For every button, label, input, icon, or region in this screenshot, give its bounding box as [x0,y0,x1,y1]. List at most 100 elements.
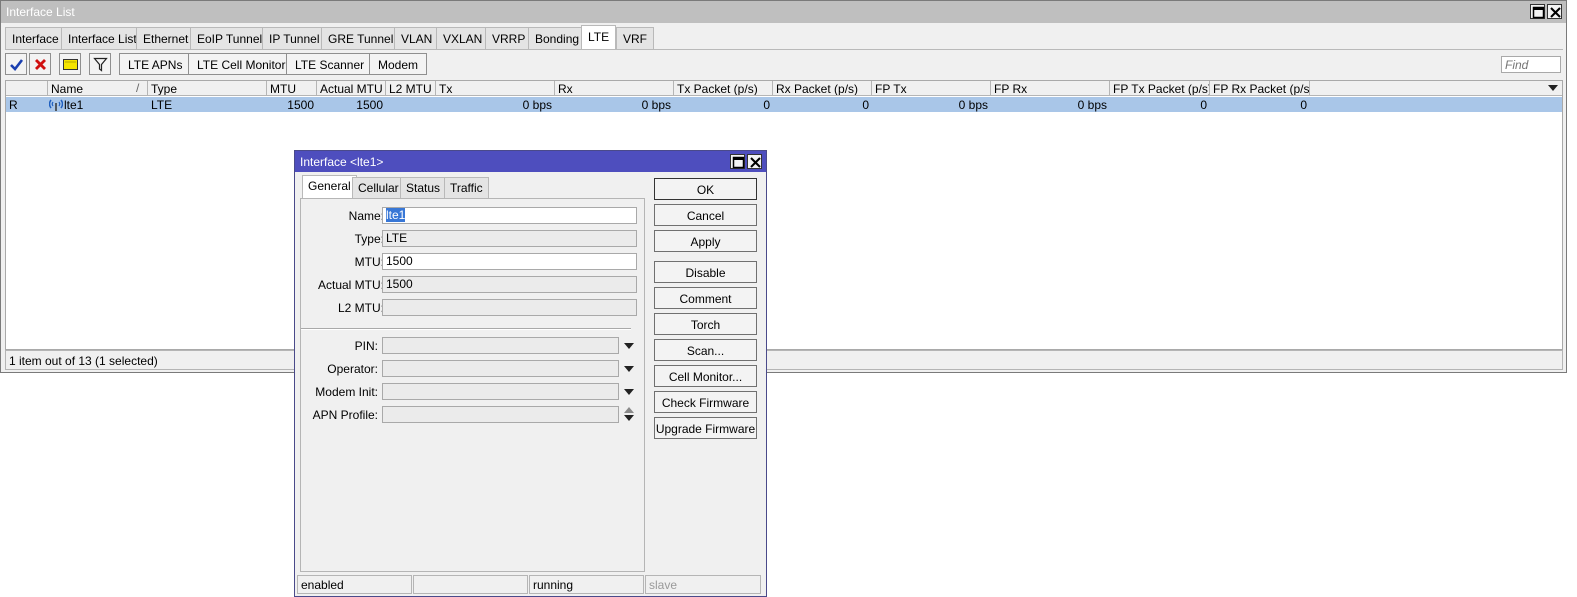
filter-button[interactable] [89,53,111,75]
apply-button[interactable]: Apply [654,230,757,252]
table-row[interactable]: R lte1 LTE 1500 1500 0 bps 0 bps 0 0 0 b… [6,97,1562,112]
apn-profile-label: APN Profile: [312,408,378,422]
cell-l2-mtu [386,97,436,112]
filter-icon [93,57,108,72]
column-header-fp-rx-packet[interactable]: FP Rx Packet (p/s) [1210,81,1310,96]
column-header-rx-packet[interactable]: Rx Packet (p/s) [773,81,872,96]
torch-button[interactable]: Torch [654,313,757,335]
tab-ip-tunnel[interactable]: IP Tunnel [262,27,327,50]
status-running: running [529,575,644,594]
column-header-type[interactable]: Type [148,81,267,96]
upgrade-firmware-button[interactable]: Upgrade Firmware [654,417,757,439]
actual-mtu-field: 1500 [382,276,637,293]
tab-gre-tunnel[interactable]: GRE Tunnel [321,27,401,50]
tab-vrf[interactable]: VRF [616,27,654,50]
dialog-tab-traffic[interactable]: Traffic [444,177,489,198]
dialog-tab-cellular[interactable]: Cellular [352,177,405,198]
mtu-field[interactable]: 1500 [382,253,637,270]
tab-vxlan[interactable]: VXLAN [436,27,490,50]
status-bar: 1 item out of 13 (1 selected) [5,350,1563,370]
apn-profile-down-icon[interactable] [624,415,634,421]
cell-rx: 0 bps [641,98,671,112]
interface-table: Name / Type MTU Actual MTU L2 MTU Tx Rx … [5,80,1563,350]
operator-dropdown-icon[interactable] [624,366,634,372]
tab-interface-list[interactable]: Interface List [61,27,144,50]
modem-init-label: Modem Init: [315,385,378,399]
apn-profile-up-icon[interactable] [624,407,634,413]
dialog-tab-general[interactable]: General [302,175,357,198]
column-header-rx[interactable]: Rx [555,81,674,96]
cancel-button[interactable]: Cancel [654,204,757,226]
window-titlebar[interactable]: Interface List [1,1,1566,23]
l2-mtu-label: L2 MTU: [337,301,384,315]
pin-dropdown-icon[interactable] [624,343,634,349]
name-field[interactable]: lte1 [382,207,637,224]
column-header-tx-packet[interactable]: Tx Packet (p/s) [674,81,773,96]
operator-label: Operator: [327,362,378,376]
tab-divider [5,49,1563,50]
sort-indicator-icon: / [136,81,140,95]
tab-eoip-tunnel[interactable]: EoIP Tunnel [190,27,270,50]
pin-label: PIN: [354,339,378,353]
check-firmware-button[interactable]: Check Firmware [654,391,757,413]
interface-list-window: Interface List Interface Interface List … [0,0,1567,373]
column-header-name-label: Name [51,82,84,96]
operator-field[interactable] [382,360,619,377]
column-header-fp-tx-packet[interactable]: FP Tx Packet (p/s) [1110,81,1210,96]
disable-button[interactable]: Disable [654,261,757,283]
dialog-title: Interface <lte1> [300,155,384,169]
column-header-name[interactable]: Name / [48,81,148,96]
column-header-tx[interactable]: Tx [436,81,555,96]
cell-flags: R [9,98,18,112]
cell-fp-rx: 0 bps [1077,98,1107,112]
column-header-fp-tx[interactable]: FP Tx [872,81,991,96]
ok-button[interactable]: OK [654,178,757,200]
column-header-flags[interactable] [6,81,48,96]
status-empty [413,575,528,594]
tab-ethernet[interactable]: Ethernet [136,27,196,50]
lte-scanner-button[interactable]: LTE Scanner [286,53,374,75]
comment-button[interactable]: Comment [654,287,757,309]
close-icon[interactable] [1547,4,1562,19]
tab-bonding[interactable]: Bonding [528,27,587,50]
cell-monitor-button[interactable]: Cell Monitor... [654,365,757,387]
find-input[interactable] [1501,56,1561,73]
column-header-filler [1310,81,1562,96]
lte-cell-monitor-button[interactable]: LTE Cell Monitor [188,53,295,75]
lte-apns-button[interactable]: LTE APNs [119,53,192,75]
column-header-l2-mtu[interactable]: L2 MTU [386,81,436,96]
section-divider [301,328,631,330]
modem-init-dropdown-icon[interactable] [624,389,634,395]
cell-fp-rx-packet: 0 [1300,98,1307,112]
column-header-actual-mtu[interactable]: Actual MTU [317,81,386,96]
tab-lte[interactable]: LTE [581,25,617,50]
enable-button[interactable] [5,53,27,75]
column-menu-icon[interactable] [1548,85,1558,91]
window-title: Interface List [6,5,75,19]
column-header-fp-rx[interactable]: FP Rx [991,81,1110,96]
dialog-titlebar[interactable]: Interface <lte1> [295,151,766,172]
dialog-tab-status[interactable]: Status [400,177,447,198]
check-icon [10,59,24,71]
dialog-close-icon[interactable] [747,154,762,169]
pin-field[interactable] [382,337,619,354]
cell-name: lte1 [64,98,84,112]
modem-init-field[interactable] [382,383,619,400]
interface-dialog: Interface <lte1> General Cellular Status… [294,150,767,597]
scan-button[interactable]: Scan... [654,339,757,361]
maximize-icon[interactable] [1530,4,1545,19]
tab-vrrp[interactable]: VRRP [485,27,533,50]
tab-interface[interactable]: Interface [5,27,66,50]
disable-button[interactable] [29,53,51,75]
l2-mtu-field [382,299,637,316]
cell-fp-tx: 0 bps [958,98,988,112]
cell-mtu: 1500 [287,98,314,112]
comment-button[interactable] [59,53,81,75]
dialog-maximize-icon[interactable] [730,154,745,169]
column-header-mtu[interactable]: MTU [267,81,317,96]
cell-rx-packet: 0 [862,98,869,112]
x-icon [35,59,46,70]
modem-button[interactable]: Modem [369,53,428,75]
apn-profile-field[interactable] [382,406,619,423]
tab-vlan[interactable]: VLAN [394,27,440,50]
